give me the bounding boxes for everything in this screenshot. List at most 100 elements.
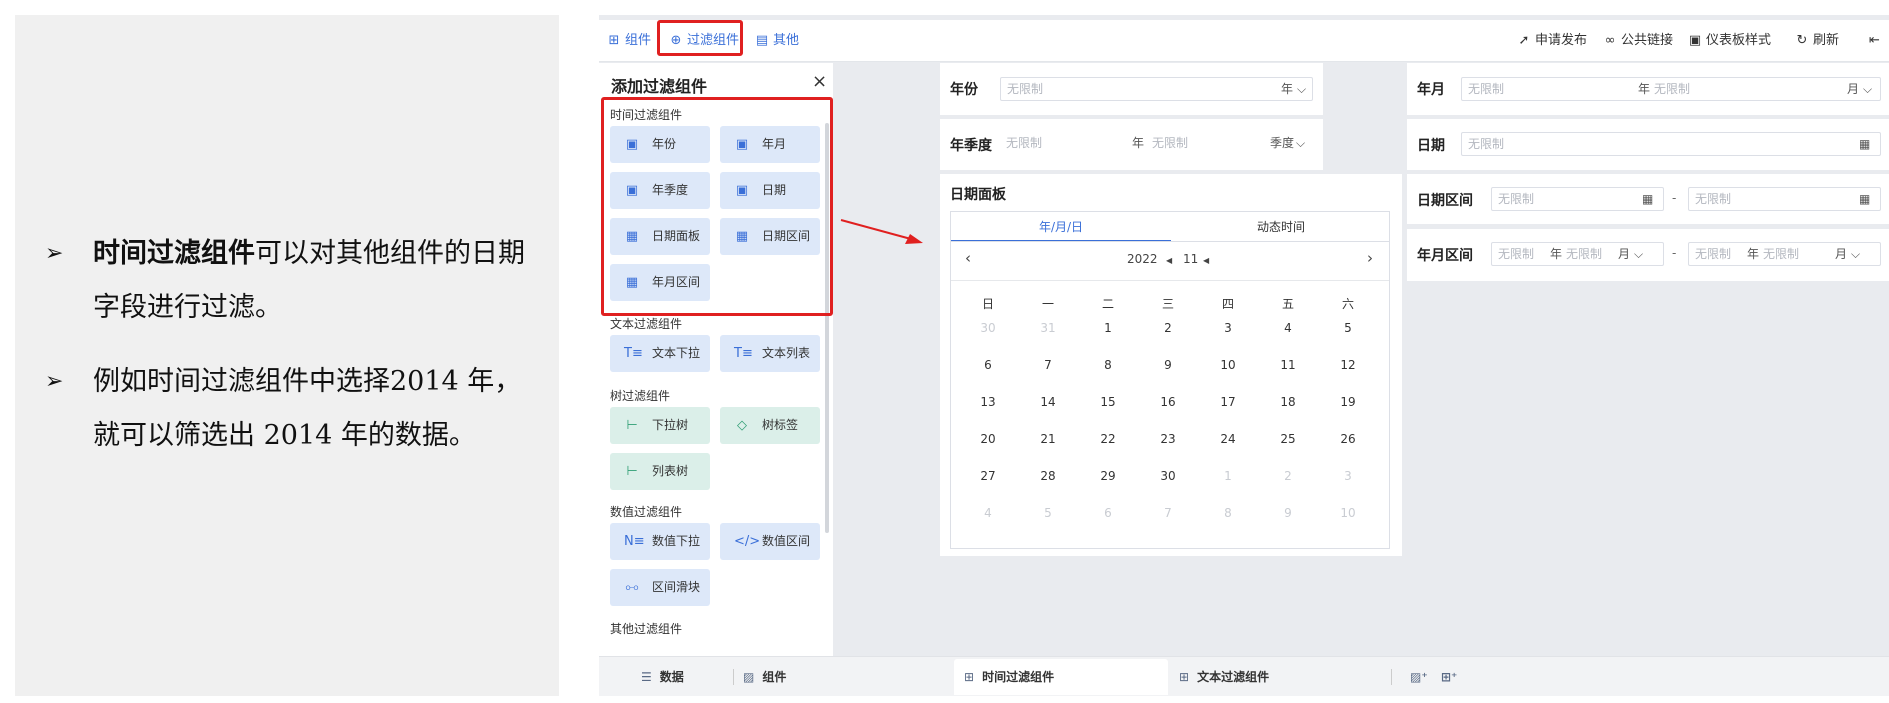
- calendar-day[interactable]: 16: [1153, 395, 1183, 409]
- calendar-day[interactable]: 4: [1273, 321, 1303, 335]
- year-quarter-filter-label: 年季度: [950, 138, 992, 154]
- bullet-1: ➢ 时间过滤组件可以对其他组件的日期字段进行过滤。: [45, 227, 545, 335]
- filter-tree-tag[interactable]: ◇ 树标签: [720, 407, 820, 444]
- weekday-header: 五: [1281, 297, 1294, 311]
- filter-text-dropdown[interactable]: T≡ 文本下拉: [610, 335, 710, 372]
- year-caret-icon[interactable]: ◀: [1166, 256, 1172, 265]
- calendar-day[interactable]: 6: [973, 358, 1003, 372]
- calendar-day[interactable]: 27: [973, 469, 1003, 483]
- calendar-day[interactable]: 30: [973, 321, 1003, 335]
- calendar-day[interactable]: 2: [1153, 321, 1183, 335]
- calendar-day[interactable]: 14: [1033, 395, 1063, 409]
- calendar-day[interactable]: 25: [1273, 432, 1303, 446]
- calendar-day[interactable]: 1: [1213, 469, 1243, 483]
- chevron-down-icon: ⌵: [1851, 247, 1861, 261]
- calendar-day[interactable]: 30: [1153, 469, 1183, 483]
- calendar-day[interactable]: 3: [1213, 321, 1243, 335]
- add-widget-tab-icon[interactable]: ⊞⁺: [1441, 667, 1457, 687]
- dashboard-style-button[interactable]: ▣ 仪表板样式: [1688, 30, 1771, 52]
- calendar-day[interactable]: 23: [1153, 432, 1183, 446]
- calendar-day[interactable]: 3: [1333, 469, 1363, 483]
- date-range-filter-label: 日期区间: [1417, 193, 1473, 209]
- component-menu[interactable]: ⊞ 组件: [607, 30, 651, 52]
- calendar-day[interactable]: 4: [973, 506, 1003, 520]
- calendar-day[interactable]: 18: [1273, 395, 1303, 409]
- tab-component[interactable]: ▨ 组件: [743, 667, 786, 687]
- calendar-day[interactable]: 7: [1033, 358, 1063, 372]
- date-range-start[interactable]: 无限制 ▦: [1491, 187, 1664, 211]
- other-menu[interactable]: ▤ 其他: [755, 30, 799, 52]
- filter-range-slider[interactable]: ⧟ 区间滑块: [610, 569, 710, 606]
- prev-month-icon[interactable]: ‹: [965, 249, 971, 267]
- calendar-day[interactable]: 31: [1033, 321, 1063, 335]
- filter-dropdown-tree[interactable]: ⊢ 下拉树: [610, 407, 710, 444]
- public-link-button[interactable]: ∞ 公共链接: [1603, 30, 1673, 52]
- month-caret-icon[interactable]: ◀: [1203, 256, 1209, 265]
- tree-icon: ⊢: [626, 418, 638, 433]
- filter-number-range[interactable]: </> 数值区间: [720, 523, 820, 560]
- calendar-day[interactable]: 2: [1273, 469, 1303, 483]
- year-quarter-select[interactable]: 无限制 年 无限制 季度 ⌵: [1000, 132, 1313, 156]
- calendar-day[interactable]: 8: [1093, 358, 1123, 372]
- calendar-month[interactable]: 11: [1183, 252, 1198, 266]
- calendar-day[interactable]: 29: [1093, 469, 1123, 483]
- calendar-day[interactable]: 10: [1213, 358, 1243, 372]
- filter-text-list[interactable]: T≡ 文本列表: [720, 335, 820, 372]
- calendar-day[interactable]: 20: [973, 432, 1003, 446]
- top-toolbar: ⊞ 组件 ⊕ 过滤组件 ▤ 其他 ➚ 申请发布 ∞ 公共链接 ▣ 仪表板样式 ↻ 刷新 ⇤: [599, 20, 1889, 62]
- date-filter-card: 日期 无限制 ▦: [1407, 119, 1889, 170]
- more-icon[interactable]: ⇤: [1869, 30, 1880, 52]
- tag-icon: ◇: [737, 418, 747, 433]
- calendar-day[interactable]: 24: [1213, 432, 1243, 446]
- weekday-header: 二: [1101, 297, 1114, 311]
- calendar-day[interactable]: 5: [1333, 321, 1363, 335]
- filter-number-dropdown[interactable]: N≡ 数值下拉: [610, 523, 710, 560]
- calendar-day[interactable]: 13: [973, 395, 1003, 409]
- apply-publish-button[interactable]: ➚ 申请发布: [1517, 30, 1587, 52]
- tab-time-filter[interactable]: ⊞ 时间过滤组件: [964, 667, 1054, 687]
- weekday-header: 三: [1161, 297, 1174, 311]
- calendar-day[interactable]: 26: [1333, 432, 1363, 446]
- add-image-tab-icon[interactable]: ▨⁺: [1410, 667, 1428, 687]
- date-range-end[interactable]: 无限制 ▦: [1688, 187, 1881, 211]
- calendar-day[interactable]: 1: [1093, 321, 1123, 335]
- calendar-day[interactable]: 9: [1273, 506, 1303, 520]
- calendar-day[interactable]: 15: [1093, 395, 1123, 409]
- style-icon: ▣: [1688, 33, 1702, 48]
- year-month-select[interactable]: 无限制 年 无限制 月 ⌵: [1461, 77, 1881, 101]
- tab-separator: [733, 669, 734, 685]
- calendar-divider: [951, 280, 1389, 281]
- calendar-day[interactable]: 8: [1213, 506, 1243, 520]
- calendar-day[interactable]: 21: [1033, 432, 1063, 446]
- calendar-day[interactable]: 28: [1033, 469, 1063, 483]
- highlight-box-filter-menu: [657, 20, 743, 56]
- calendar-day[interactable]: 19: [1333, 395, 1363, 409]
- calendar-day[interactable]: 6: [1093, 506, 1123, 520]
- calendar-day[interactable]: 7: [1153, 506, 1183, 520]
- tab-ymd[interactable]: 年/月/日: [951, 212, 1171, 242]
- date-range-filter-card: 日期区间 无限制 ▦ - 无限制 ▦: [1407, 174, 1889, 224]
- tab-dynamic-time[interactable]: 动态时间: [1171, 212, 1391, 242]
- calendar-day[interactable]: 22: [1093, 432, 1123, 446]
- link-icon: ∞: [1604, 33, 1616, 48]
- calendar-day[interactable]: 12: [1333, 358, 1363, 372]
- date-input[interactable]: 无限制 ▦: [1461, 132, 1881, 156]
- calendar-day[interactable]: 9: [1153, 358, 1183, 372]
- refresh-button[interactable]: ↻ 刷新: [1795, 30, 1839, 52]
- filter-list-tree[interactable]: ⊢ 列表树: [610, 453, 710, 490]
- ym-range-start[interactable]: 无限制 年 无限制 月 ⌵: [1491, 242, 1664, 266]
- tab-text-filter[interactable]: ⊞ 文本过滤组件: [1179, 667, 1269, 687]
- tab-data[interactable]: ☰ 数据: [641, 667, 684, 687]
- year-select[interactable]: 无限制 年 ⌵: [1000, 77, 1313, 101]
- close-icon[interactable]: ×: [812, 71, 827, 92]
- calendar-year[interactable]: 2022: [1127, 252, 1158, 266]
- calendar-day[interactable]: 10: [1333, 506, 1363, 520]
- calendar-day[interactable]: 11: [1273, 358, 1303, 372]
- text-list-icon: T≡: [734, 346, 753, 361]
- calendar-day[interactable]: 17: [1213, 395, 1243, 409]
- next-month-icon[interactable]: ›: [1367, 249, 1373, 267]
- chevron-down-icon: ⌵: [1634, 247, 1644, 261]
- tab-separator: [1391, 669, 1392, 685]
- calendar-day[interactable]: 5: [1033, 506, 1063, 520]
- ym-range-end[interactable]: 无限制 年 无限制 月 ⌵: [1688, 242, 1881, 266]
